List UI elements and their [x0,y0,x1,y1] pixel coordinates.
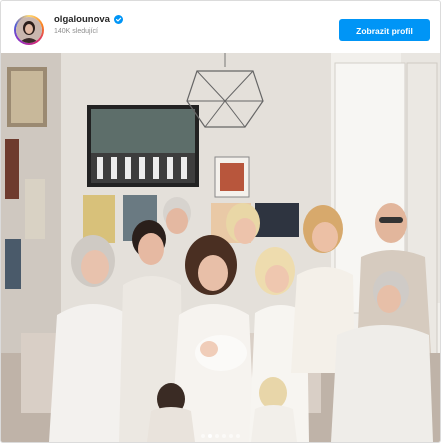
view-profile-button[interactable]: Zobrazit profil [339,19,430,41]
avatar-story-ring[interactable] [14,15,44,45]
carousel-dot-icon[interactable] [222,434,226,438]
avatar-image [16,17,42,43]
follower-count: 140K sledující [54,28,98,35]
carousel-dot-icon[interactable] [215,434,219,438]
instagram-embed: olgalounova 140K sledující Zobrazit prof… [0,0,441,443]
post-image [1,53,440,442]
carousel-indicator [1,434,440,438]
username-row: olgalounova [54,14,123,25]
carousel-dot-icon[interactable] [236,434,240,438]
carousel-dot-icon[interactable] [201,434,205,438]
post-header: olgalounova 140K sledující Zobrazit prof… [1,1,440,53]
carousel-dot-icon[interactable] [208,434,212,438]
avatar[interactable] [16,17,42,43]
user-info: olgalounova 140K sledující [54,14,123,35]
username[interactable]: olgalounova [54,14,110,25]
post-photo[interactable] [1,53,440,442]
verified-badge-icon [113,15,123,24]
carousel-dot-icon[interactable] [229,434,233,438]
